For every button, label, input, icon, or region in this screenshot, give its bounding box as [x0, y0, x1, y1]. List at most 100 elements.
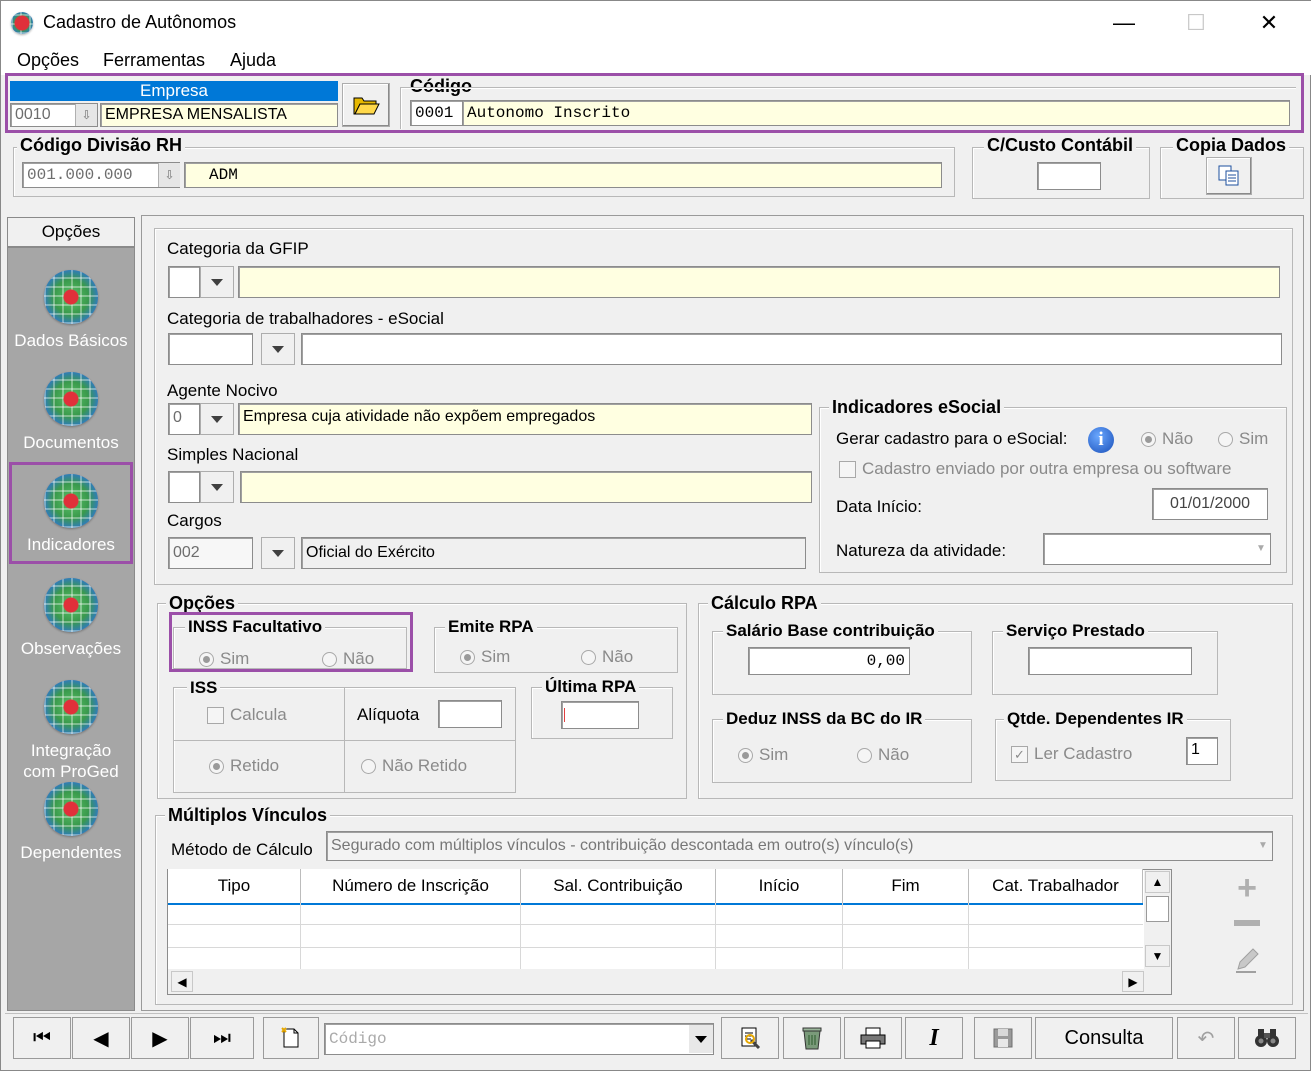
info-button[interactable]: I	[905, 1017, 963, 1059]
chevron-down-icon	[211, 278, 223, 286]
column-header-inicio[interactable]: Início	[716, 869, 843, 903]
scroll-left-icon[interactable]: ◀	[171, 971, 193, 992]
sidebar-item-dados-basicos[interactable]: Dados Básicos	[8, 270, 134, 351]
minimize-button[interactable]: —	[1101, 7, 1147, 39]
divisao-label: Código Divisão RH	[17, 135, 186, 155]
deduz-sim-radio[interactable]: Sim	[738, 745, 788, 765]
column-header-fim[interactable]: Fim	[843, 869, 969, 903]
sidebar-item-documentos[interactable]: Documentos	[8, 372, 134, 453]
ultima-rpa-input[interactable]	[561, 701, 639, 729]
column-header-sal-contribuicao[interactable]: Sal. Contribuição	[521, 869, 716, 903]
save-button[interactable]	[974, 1017, 1032, 1059]
first-icon: ⏮	[33, 1026, 51, 1049]
horizontal-scrollbar[interactable]	[168, 969, 1171, 994]
empresa-spin-icon[interactable]: ⇩	[75, 104, 97, 126]
checkbox-box	[839, 460, 856, 478]
new-record-button[interactable]	[263, 1017, 319, 1059]
simples-dropdown[interactable]	[200, 471, 234, 503]
info-icon[interactable]: i	[1088, 427, 1114, 453]
agente-dropdown[interactable]	[200, 403, 234, 435]
aliquota-input[interactable]	[438, 700, 502, 728]
codigo-search-input[interactable]: Código	[324, 1023, 714, 1055]
chevron-down-icon	[272, 345, 284, 353]
sidebar-item-observacoes[interactable]: Observações	[8, 578, 134, 659]
iss-calcula-checkbox[interactable]: Calcula	[207, 705, 287, 725]
custo-input[interactable]	[1037, 162, 1101, 190]
column-header-tipo[interactable]: Tipo	[168, 869, 301, 903]
cargos-dropdown[interactable]	[261, 537, 295, 569]
qtde-input[interactable]: 1	[1186, 737, 1218, 765]
salario-input[interactable]: 0,00	[748, 647, 910, 675]
radio-circle	[1218, 431, 1233, 447]
radio-circle	[581, 649, 596, 665]
sidebar-item-integracao[interactable]: Integração com ProGed	[8, 680, 134, 782]
menu-ajuda[interactable]: Ajuda	[230, 50, 276, 71]
scroll-right-icon[interactable]: ▶	[1122, 971, 1144, 992]
metodo-select[interactable]: Segurado com múltiplos vínculos - contri…	[326, 831, 1273, 861]
rpa-nao-radio[interactable]: Não	[581, 647, 633, 667]
scroll-thumb[interactable]	[1146, 896, 1169, 922]
gerar-sim-radio[interactable]: Sim	[1218, 429, 1268, 449]
divisao-code-input[interactable]: 001.000.000	[22, 162, 180, 188]
codigo-search-dropdown[interactable]	[689, 1025, 713, 1053]
gfip-code-input[interactable]	[168, 266, 200, 298]
esocial-cat-dropdown[interactable]	[261, 333, 295, 365]
first-record-button[interactable]: ⏮	[13, 1017, 71, 1059]
dados-basicos-icon	[44, 270, 98, 324]
iss-nao-retido-radio[interactable]: Não Retido	[361, 756, 467, 776]
opcoes-title: Opções	[166, 593, 239, 613]
simples-code-input[interactable]	[168, 471, 200, 503]
col-divider	[842, 903, 843, 969]
gerar-nao-label: Não	[1162, 429, 1194, 448]
agente-code-input[interactable]: 0	[168, 403, 200, 435]
natureza-select[interactable]	[1043, 533, 1271, 565]
edit-icon[interactable]	[1232, 945, 1262, 975]
undo-button[interactable]: ↶	[1177, 1017, 1235, 1059]
aliquota-label: Alíquota	[357, 705, 420, 724]
deduz-nao-radio[interactable]: Não	[857, 745, 909, 765]
scroll-down-icon[interactable]: ▼	[1145, 945, 1170, 967]
iss-retido-radio[interactable]: Retido	[209, 756, 279, 776]
column-header-inscricao[interactable]: Número de Inscrição	[301, 869, 521, 903]
esocial-cat-code-input[interactable]	[168, 333, 253, 365]
add-icon[interactable]: +	[1232, 871, 1262, 905]
gerar-nao-radio[interactable]: Não	[1141, 429, 1193, 449]
copia-dados-button[interactable]	[1206, 157, 1252, 195]
checkbox-box	[207, 706, 224, 724]
data-inicio-label: Data Início:	[836, 497, 922, 516]
remove-icon[interactable]	[1234, 920, 1260, 926]
scroll-up-icon[interactable]: ▲	[1145, 871, 1170, 893]
undo-icon: ↶	[1197, 1027, 1215, 1050]
gfip-dropdown[interactable]	[200, 266, 234, 298]
codigo-code-input[interactable]: 0001	[410, 100, 466, 126]
observacoes-icon	[44, 578, 98, 632]
servico-title: Serviço Prestado	[1003, 621, 1148, 641]
last-record-button[interactable]: ⏭	[190, 1017, 254, 1059]
dependentes-icon	[44, 782, 98, 836]
open-folder-button[interactable]	[342, 83, 390, 127]
col-divider	[715, 903, 716, 969]
data-inicio-input[interactable]: 01/01/2000	[1152, 488, 1268, 520]
maximize-button[interactable]: ☐	[1173, 7, 1219, 39]
cargos-code-input[interactable]: 002	[168, 537, 253, 569]
rpa-sim-radio[interactable]: Sim	[460, 647, 510, 667]
emite-rpa-title: Emite RPA	[445, 617, 537, 637]
close-button[interactable]: ✕	[1246, 7, 1292, 39]
esocial-cat-desc-field	[301, 333, 1282, 365]
column-header-cat-trabalhador[interactable]: Cat. Trabalhador	[969, 869, 1143, 903]
menu-ferramentas[interactable]: Ferramentas	[103, 50, 205, 71]
cadastro-enviado-checkbox[interactable]: Cadastro enviado por outra empresa ou so…	[839, 459, 1231, 479]
menu-opcoes[interactable]: Opções	[17, 50, 79, 71]
search-button[interactable]	[1238, 1017, 1296, 1059]
report-button[interactable]	[721, 1017, 779, 1059]
divisao-spin-icon[interactable]: ⇩	[158, 163, 180, 187]
previous-record-button[interactable]: ◀	[72, 1017, 130, 1059]
sidebar-item-dependentes[interactable]: Dependentes	[8, 782, 134, 863]
radio-circle	[361, 758, 376, 774]
servico-input[interactable]	[1028, 647, 1192, 675]
print-button[interactable]	[844, 1017, 902, 1059]
chevron-down-icon	[211, 415, 223, 423]
delete-button[interactable]	[783, 1017, 841, 1059]
ler-cadastro-checkbox[interactable]: ✓ Ler Cadastro	[1011, 744, 1132, 764]
next-record-button[interactable]: ▶	[131, 1017, 189, 1059]
